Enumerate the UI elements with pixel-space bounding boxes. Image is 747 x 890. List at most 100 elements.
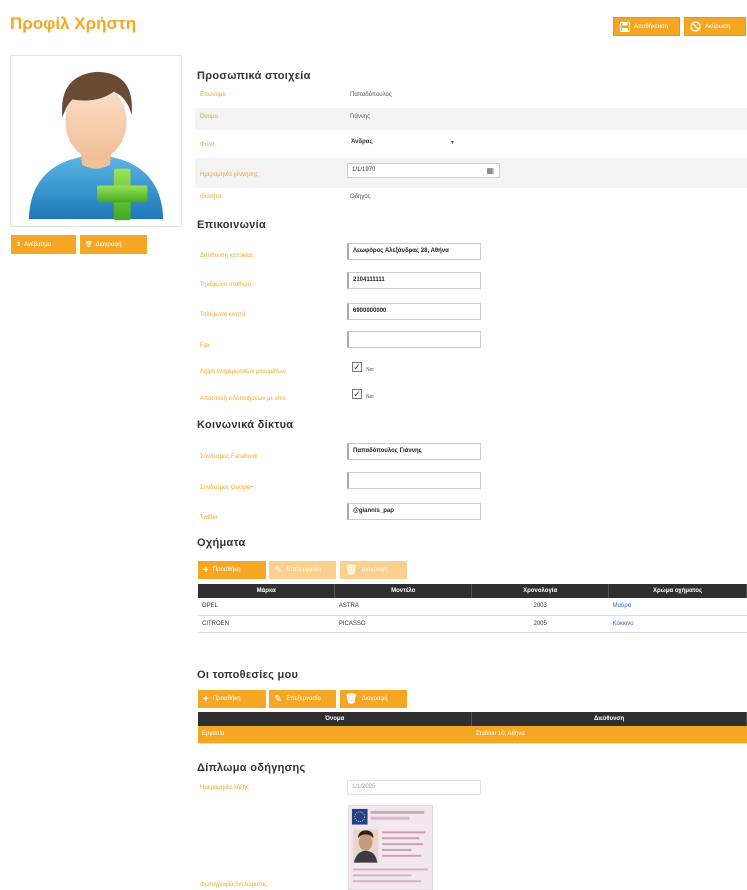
plus-icon: + xyxy=(203,564,209,576)
driving-license-image xyxy=(349,806,432,889)
landline-label: Τηλέφωνο σταθερό xyxy=(200,282,252,288)
upload-photo-button[interactable]: ⬆ Ανέβασμα xyxy=(11,235,76,254)
table-cell: 2003 xyxy=(471,598,609,616)
facebook-label: Σύνδεσμος Facebook xyxy=(200,454,258,460)
calendar-icon[interactable]: ▦ xyxy=(486,166,494,175)
column-header[interactable]: Μάρκα xyxy=(198,584,336,598)
table-cell: 2005 xyxy=(471,615,609,633)
trash-icon: 🗑 xyxy=(345,693,358,705)
upload-photo-label: Ανέβασμα xyxy=(24,241,52,248)
google-input[interactable] xyxy=(347,472,481,489)
table-cell: Σταδίου 10, Αθήνα xyxy=(471,726,747,744)
cancel-button-label: Ακύρωση xyxy=(705,23,731,30)
surname-label: Επώνυμο xyxy=(200,92,226,98)
info-row-name: Όνομα Γιάννης xyxy=(195,108,747,130)
table-row[interactable]: OPEL ASTRA 2003 Μαύρο xyxy=(198,598,747,616)
mobile-input[interactable]: 6900000000 xyxy=(347,303,481,320)
edit-vehicle-label: Επεξεργασία xyxy=(286,567,321,573)
info-row-role: Ιδιότητα Οδηγός xyxy=(195,188,747,210)
personal-section-title: Προσωπικά στοιχεία xyxy=(197,70,311,82)
delete-vehicle-label: Διαγραφή xyxy=(361,567,388,573)
surname-value: Παπαδόπουλος xyxy=(350,92,392,98)
add-vehicle-label: Προσθήκη xyxy=(212,567,241,573)
facebook-input[interactable]: Παπαδόπουλος Γιάννης xyxy=(347,443,481,460)
add-location-button[interactable]: + Προσθήκη xyxy=(198,690,266,708)
column-header[interactable]: Όνομα xyxy=(198,712,473,726)
newsletter-note: Ναι xyxy=(366,367,374,373)
sms-checkbox[interactable]: ✓ xyxy=(352,389,362,399)
info-row-surname: Επώνυμο Παπαδόπουλος xyxy=(195,86,747,108)
fax-input[interactable] xyxy=(347,331,481,348)
add-vehicle-button[interactable]: + Προσθήκη xyxy=(198,561,266,579)
cancel-button[interactable]: Ακύρωση xyxy=(684,17,746,36)
role-value: Οδηγός xyxy=(350,194,371,200)
table-cell: OPEL xyxy=(198,598,335,616)
twitter-input[interactable]: @giannis_pap xyxy=(347,503,481,520)
table-cell: Κόκκινο xyxy=(608,615,747,633)
column-header[interactable]: Μοντέλο xyxy=(334,584,473,598)
edit-location-label: Επεξεργασία xyxy=(286,696,321,702)
vehicles-section-title: Οχήματα xyxy=(197,537,246,549)
address-label: Διεύθυνση κατοικίας xyxy=(200,253,254,259)
upload-icon: ⬆ xyxy=(16,242,22,248)
fax-label: Fax xyxy=(200,343,211,349)
delete-vehicle-button[interactable]: 🗑 Διαγραφή xyxy=(340,561,407,579)
license-image-label: Φωτογραφία διπλώματος xyxy=(200,882,268,888)
landline-input[interactable]: 2104111111 xyxy=(347,272,481,289)
locations-table: Όνομα Διεύθυνση Εργασία Σταδίου 10, Αθήν… xyxy=(198,712,747,744)
delete-photo-button[interactable]: 🗑 Διαγραφή xyxy=(80,235,147,254)
mobile-label: Τηλέφωνο κινητό xyxy=(200,312,246,318)
twitter-label: Twitter xyxy=(200,515,218,521)
newsletter-checkbox[interactable]: ✓ xyxy=(352,362,362,372)
gender-select-value: Άνδρας xyxy=(351,139,373,145)
gender-select[interactable]: Άνδρας ▾ xyxy=(348,137,458,150)
trash-icon: 🗑 xyxy=(85,242,93,248)
locations-section-title: Οι τοποθεσίες μου xyxy=(197,669,299,681)
vehicles-table: Μάρκα Μοντέλο Χρονολογία Χρώμα οχήματος … xyxy=(198,584,747,633)
cancel-circle-icon xyxy=(690,21,701,32)
birthdate-label: Ημερομηνία γέννησης xyxy=(200,172,259,178)
table-cell: PICASSO xyxy=(334,615,472,633)
locations-table-header: Όνομα Διεύθυνση xyxy=(198,712,747,726)
role-label: Ιδιότητα xyxy=(200,194,222,200)
gender-label: Φύλο xyxy=(200,142,215,148)
pencil-icon: ✎ xyxy=(274,693,283,705)
pencil-icon: ✎ xyxy=(274,564,283,576)
save-button[interactable]: Αποθήκευση xyxy=(613,17,680,36)
contact-section-title: Επικοινωνία xyxy=(197,219,267,231)
sms-label: Αποστολή ειδοποιήσεων με sms xyxy=(200,396,286,402)
delete-photo-label: Διαγραφή xyxy=(95,241,122,248)
sms-note: Ναι xyxy=(366,394,374,400)
delete-location-button[interactable]: 🗑 Διαγραφή xyxy=(340,690,407,708)
table-cell: CITROEN xyxy=(198,615,335,633)
table-cell: ASTRA xyxy=(334,598,472,616)
delete-location-label: Διαγραφή xyxy=(361,696,388,702)
google-label: Σύνδεσμος Google+ xyxy=(200,485,254,491)
license-photo[interactable] xyxy=(348,805,433,890)
edit-vehicle-button[interactable]: ✎ Επεξεργασία xyxy=(269,561,336,579)
edit-location-button[interactable]: ✎ Επεξεργασία xyxy=(269,690,336,708)
page-title: Προφίλ Χρήστη xyxy=(10,14,137,33)
table-row[interactable]: CITROEN PICASSO 2005 Κόκκινο xyxy=(198,615,747,633)
info-row-gender: Φύλο xyxy=(195,132,747,154)
column-header[interactable]: Χρονολογία xyxy=(471,584,610,598)
address-input[interactable]: Λεωφόρος Αλεξάνδρας 28, Αθήνα xyxy=(347,243,481,260)
column-header[interactable]: Χρώμα οχήματος xyxy=(608,584,747,598)
chevron-down-icon: ▾ xyxy=(450,140,454,146)
add-location-label: Προσθήκη xyxy=(212,696,241,702)
vehicles-table-header: Μάρκα Μοντέλο Χρονολογία Χρώμα οχήματος xyxy=(198,584,747,598)
table-cell: Μαύρο xyxy=(608,598,747,616)
license-section-title: Δίπλωμα οδήγησης xyxy=(197,762,306,774)
column-header[interactable]: Διεύθυνση xyxy=(471,712,747,726)
newsletter-label: Λήψη ενημερωτικών μηνυμάτων xyxy=(200,369,286,375)
table-cell: Εργασία xyxy=(198,726,472,744)
license-expiry-label: Ημερομηνία λήξης xyxy=(200,785,249,791)
plus-icon: + xyxy=(203,693,209,705)
name-value: Γιάννης xyxy=(350,114,371,120)
table-row[interactable]: Εργασία Σταδίου 10, Αθήνα xyxy=(198,726,747,744)
license-expiry-input[interactable]: 1/1/2025 xyxy=(347,780,481,795)
birthdate-value: 1/1/1970 xyxy=(352,167,376,173)
floppy-disk-icon xyxy=(619,21,630,32)
birthdate-input[interactable]: 1/1/1970 ▦ xyxy=(347,163,500,178)
name-label: Όνομα xyxy=(200,114,218,120)
